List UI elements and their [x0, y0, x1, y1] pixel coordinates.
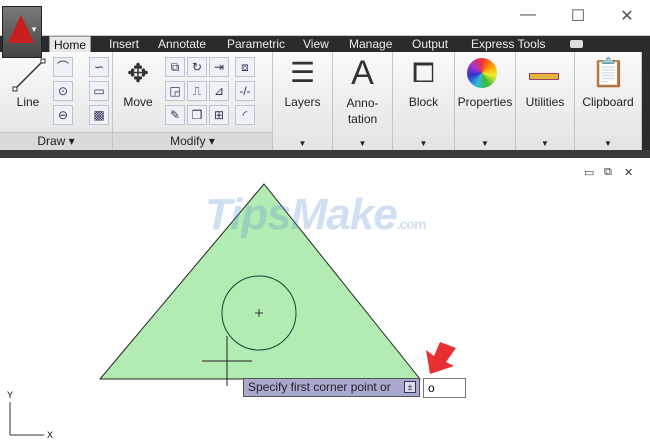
prompt-text: Specify first corner point or	[248, 380, 391, 394]
watermark-suffix: .com	[396, 216, 427, 232]
dynamic-input-field[interactable]: o	[423, 378, 466, 398]
watermark-text: TipsMake	[205, 190, 398, 239]
red-arrow-icon	[426, 342, 456, 374]
ucs-icon	[9, 402, 44, 436]
ucs-x-label: X	[47, 430, 54, 440]
prompt-options-icon[interactable]: ±	[404, 381, 416, 393]
ucs-y-label: Y	[7, 390, 14, 400]
application-menu-button[interactable]: ▼	[2, 6, 42, 58]
watermark: TipsMake.com	[205, 190, 427, 240]
dynamic-input-prompt: Specify first corner point or ±	[243, 378, 420, 397]
